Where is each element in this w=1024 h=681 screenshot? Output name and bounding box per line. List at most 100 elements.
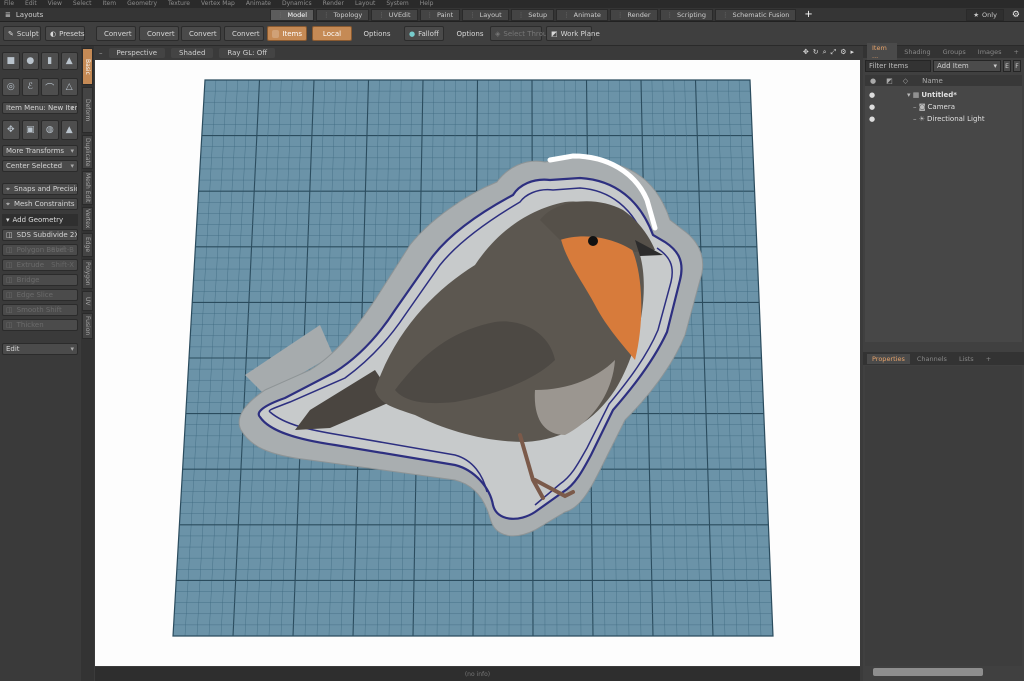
thicken-button[interactable]: ◫ Thicken (2, 319, 78, 331)
add-tab-button[interactable]: + (1009, 47, 1024, 57)
vtab-deform[interactable]: Deform (82, 87, 93, 133)
menu-item-select[interactable]: Select (73, 0, 92, 8)
layout-tab-uvedit[interactable]: ⋮ UVEdit (371, 8, 418, 21)
vtab-edge[interactable]: Edge (82, 233, 93, 257)
snaps-button[interactable]: ⌖ Snaps and Precision (2, 183, 78, 195)
sds-subdivide-button[interactable]: ◫ SDS Subdivide 2X (2, 229, 78, 241)
cylinder-icon[interactable]: ▮ (41, 52, 59, 70)
extrude-button[interactable]: ◫ Extrude Shift-X (2, 259, 78, 271)
layout-tab-animate[interactable]: ⋮ Animate (556, 8, 608, 21)
pen-icon[interactable]: ℰ (21, 78, 39, 96)
properties-scrollbar[interactable] (873, 668, 983, 676)
vtab-duplicate[interactable]: Duplicate (82, 135, 93, 169)
menu-item-geometry[interactable]: Geometry (127, 0, 157, 8)
menu-item-help[interactable]: Help (420, 0, 434, 8)
convert-button-2[interactable]: Convert (139, 26, 179, 41)
layout-tab-topology[interactable]: ⋮ Topology (316, 8, 370, 21)
add-item-dropdown[interactable]: Add Item ▾ (933, 60, 1001, 72)
prop-tab-lists[interactable]: Lists (954, 354, 979, 364)
mesh-constraints-button[interactable]: ⌖ Mesh Constraints (2, 198, 78, 210)
tree-row[interactable]: ● – ☀ Directional Light (865, 113, 1022, 125)
vtab-vertex[interactable]: Vertex (82, 207, 93, 231)
prism-icon[interactable]: ▲ (60, 120, 78, 140)
work-plane-button[interactable]: ◩ Work Plane (546, 26, 600, 41)
convert-button-1[interactable]: Convert (96, 26, 136, 41)
menu-item-layout[interactable]: Layout (355, 0, 375, 8)
local-button[interactable]: Local (312, 26, 352, 41)
more-transforms-dropdown[interactable]: More Transforms ▾ (2, 145, 78, 157)
vtab-uv[interactable]: UV (82, 291, 93, 311)
visibility-eye-icon[interactable]: ● (869, 103, 875, 111)
options-button-2[interactable]: Options (450, 26, 490, 41)
falloff-button[interactable]: ● Falloff (404, 26, 444, 41)
transform-icon[interactable]: ✥ (2, 120, 20, 140)
zoom-view-icon[interactable]: ⌕ (823, 48, 827, 57)
right-tab-2[interactable]: Groups (938, 47, 971, 57)
settings-gear-icon[interactable]: ⚙ (1012, 10, 1020, 20)
menu-item-texture[interactable]: Texture (168, 0, 190, 8)
right-tab-1[interactable]: Shading (899, 47, 935, 57)
convert-button-4[interactable]: Convert (224, 26, 264, 41)
layout-tab-paint[interactable]: ⋮ Paint (419, 8, 461, 21)
visibility-eye-icon[interactable]: ● (869, 115, 875, 123)
menu-item-file[interactable]: File (4, 0, 14, 8)
layout-tab-render[interactable]: ⋮ Render (609, 8, 658, 21)
vtab-fusion[interactable]: Fusion (82, 313, 93, 339)
filter-f-button[interactable]: F (1013, 60, 1021, 72)
only-toggle[interactable]: ★ Only (966, 9, 1004, 21)
move-view-icon[interactable]: ✥ (803, 48, 809, 57)
menu-item-vertex-map[interactable]: Vertex Map (201, 0, 235, 8)
tree-row[interactable]: ● ▾ ▦ Untitled* (865, 89, 1022, 101)
smooth-shift-button[interactable]: ◫ Smooth Shift (2, 304, 78, 316)
vtab-basic[interactable]: Basic (82, 48, 93, 85)
tree-row[interactable]: ● – ◙ Camera (865, 101, 1022, 113)
layouts-switcher[interactable]: ≣ Layouts (0, 11, 270, 19)
sphere-icon[interactable]: ● (21, 52, 39, 70)
expand-arrow-icon[interactable]: ▸ (850, 48, 854, 57)
layout-tab-model[interactable]: ⋮ Model (270, 8, 315, 21)
shaded-dropdown[interactable]: Shaded (171, 47, 214, 58)
sculpt-button[interactable]: ✎ Sculpt (3, 26, 41, 41)
filter-items-input[interactable]: Filter Items (865, 60, 931, 72)
layout-tab-scripting[interactable]: ⋮ Scripting (659, 8, 713, 21)
vtab-polygon[interactable]: Polygon (82, 259, 93, 289)
layout-tab-layout[interactable]: ⋮ Layout (462, 8, 509, 21)
rotate-view-icon[interactable]: ↻ (813, 48, 819, 57)
raygl-dropdown[interactable]: Ray GL: Off (219, 47, 276, 58)
polygon-bevel-button[interactable]: ◫ Polygon Bevel Shift-B (2, 244, 78, 256)
menu-item-item[interactable]: Item (102, 0, 116, 8)
add-tab-button[interactable]: + (798, 9, 818, 21)
menu-item-system[interactable]: System (386, 0, 408, 8)
prop-tab-channels[interactable]: Channels (912, 354, 952, 364)
visibility-eye-icon[interactable]: ● (869, 91, 875, 99)
curve-icon[interactable]: ⌒ (41, 78, 59, 96)
3d-viewport[interactable] (95, 60, 860, 666)
menu-item-edit[interactable]: Edit (25, 0, 37, 8)
menu-item-dynamics[interactable]: Dynamics (282, 0, 312, 8)
edit-dropdown[interactable]: Edit ▾ (2, 343, 78, 355)
spline-icon[interactable]: △ (60, 78, 78, 96)
perspective-dropdown[interactable]: Perspective (108, 47, 166, 58)
select-through-button[interactable]: ◈ Select Through (490, 26, 556, 41)
vtab-mesh-edit[interactable]: Mesh Edit (82, 171, 93, 205)
layout-tab-setup[interactable]: ⋮ Setup (510, 8, 555, 21)
fit-view-icon[interactable]: ⤢ (831, 48, 837, 57)
menu-item-animate[interactable]: Animate (246, 0, 271, 8)
presets-button[interactable]: ◐ Presets (45, 26, 85, 41)
add-geometry-header[interactable]: ▾ Add Geometry (2, 214, 78, 226)
torus-icon[interactable]: ◎ (2, 78, 20, 96)
bridge-button[interactable]: ◫ Bridge (2, 274, 78, 286)
cone-icon[interactable]: ▲ (60, 52, 78, 70)
item-menu-dropdown[interactable]: Item Menu: New Item ▾ (2, 102, 78, 114)
filter-e-button[interactable]: E (1003, 60, 1011, 72)
edge-slice-button[interactable]: ◫ Edge Slice (2, 289, 78, 301)
add-prop-tab-button[interactable]: + (981, 354, 996, 364)
right-tab-3[interactable]: Images (973, 47, 1007, 57)
globe-icon[interactable]: ◍ (41, 120, 59, 140)
cube-icon[interactable]: ■ (2, 52, 20, 70)
center-selected-dropdown[interactable]: Center Selected ▾ (2, 160, 78, 172)
prop-tab-properties[interactable]: Properties (867, 353, 910, 364)
menu-item-render[interactable]: Render (323, 0, 344, 8)
settings-icon[interactable]: ⚙ (840, 48, 846, 57)
layout-tab-schematic-fusion[interactable]: ⋮ Schematic Fusion (714, 8, 797, 21)
